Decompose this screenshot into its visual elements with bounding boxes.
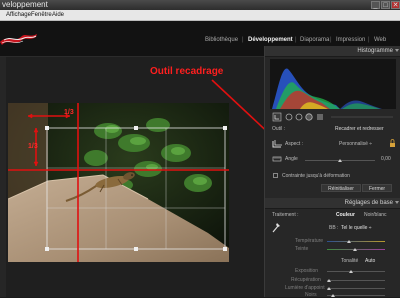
tool-strip — [272, 112, 393, 122]
treatment-label: Traitement : — [272, 212, 299, 218]
basic-header[interactable]: Réglages de base — [265, 198, 400, 209]
recovery-slider-knob[interactable] — [327, 279, 331, 282]
constrain-checkbox[interactable] — [273, 173, 278, 178]
exposure-label: Exposition — [295, 268, 319, 274]
angle-label: Angle — [285, 156, 298, 162]
reset-button[interactable]: Réinitialiser — [321, 184, 361, 192]
blacks-slider[interactable] — [327, 295, 385, 296]
histogram-header[interactable]: Histogramme — [265, 46, 400, 57]
crop-overlay[interactable] — [0, 0, 264, 297]
histogram-graph — [270, 59, 396, 109]
lock-icon[interactable] — [389, 139, 396, 148]
exposure-slider[interactable] — [327, 271, 385, 272]
fill-light-slider[interactable] — [327, 288, 385, 289]
angle-value[interactable]: 0,00 — [381, 156, 391, 162]
temperature-slider-knob[interactable] — [347, 240, 351, 243]
wb-select[interactable]: Tel le quelle ÷ — [341, 225, 372, 231]
treatment-color[interactable]: Couleur — [336, 212, 355, 218]
nav-separator: | — [295, 37, 297, 43]
close-window-button[interactable]: ✕ — [391, 1, 400, 9]
crop-tool-title: Recadrer et redresser — [335, 126, 384, 132]
aspect-label: Aspect : — [285, 141, 304, 147]
nav-separator: | — [368, 37, 370, 43]
treatment-bw[interactable]: Noir/blanc — [364, 212, 387, 218]
collapse-triangle-icon[interactable] — [395, 201, 399, 204]
basic-title: Réglages de base — [344, 200, 393, 206]
auto-tone-button[interactable]: Auto — [365, 258, 375, 264]
recovery-label: Récupération — [291, 277, 321, 283]
histogram-title: Histogramme — [357, 48, 393, 54]
callout-crop-tool: Outil recadrage — [150, 66, 224, 77]
ratio-label-top: 1/3 — [64, 109, 74, 116]
right-panel: Histogramme Outil : Recadrer et redresse… — [264, 46, 400, 298]
recovery-slider[interactable] — [327, 280, 385, 281]
exposure-slider-knob[interactable] — [349, 270, 353, 273]
maximize-button[interactable]: □ — [381, 1, 390, 9]
nav-diaporama[interactable]: Diaporama — [300, 37, 329, 43]
constrain-label: Contrainte jusqu'à déformation — [282, 173, 350, 179]
minimize-button[interactable]: _ — [371, 1, 380, 9]
crop-tool-icon[interactable] — [272, 112, 282, 122]
aspect-select[interactable]: Personnalisé ÷ — [339, 141, 372, 147]
close-crop-button[interactable]: Fermer — [362, 184, 392, 192]
blacks-label: Noirs — [305, 292, 317, 298]
nav-separator: | — [330, 37, 332, 43]
fill-light-label: Lumière d'appoint — [285, 285, 325, 291]
nav-web[interactable]: Web — [374, 37, 386, 43]
crop-frame-icon[interactable] — [272, 140, 282, 148]
crop-tool-label: Outil : — [272, 126, 286, 132]
tone-label: Tonalité — [341, 258, 359, 264]
nav-impression[interactable]: Impression — [336, 37, 365, 43]
fill-light-slider-knob[interactable] — [327, 287, 331, 290]
tint-slider-knob[interactable] — [353, 248, 357, 251]
collapse-triangle-icon[interactable] — [395, 49, 399, 52]
tint-label: Teinte — [295, 246, 309, 252]
ratio-label-left: 1/3 — [28, 143, 38, 150]
eyedropper-icon[interactable] — [272, 222, 281, 233]
angle-slider-knob[interactable] — [338, 159, 342, 162]
wb-label: BB : — [329, 225, 339, 231]
temperature-label: Température — [295, 238, 324, 244]
angle-ruler-icon[interactable] — [272, 155, 282, 163]
temperature-slider[interactable] — [327, 241, 385, 242]
